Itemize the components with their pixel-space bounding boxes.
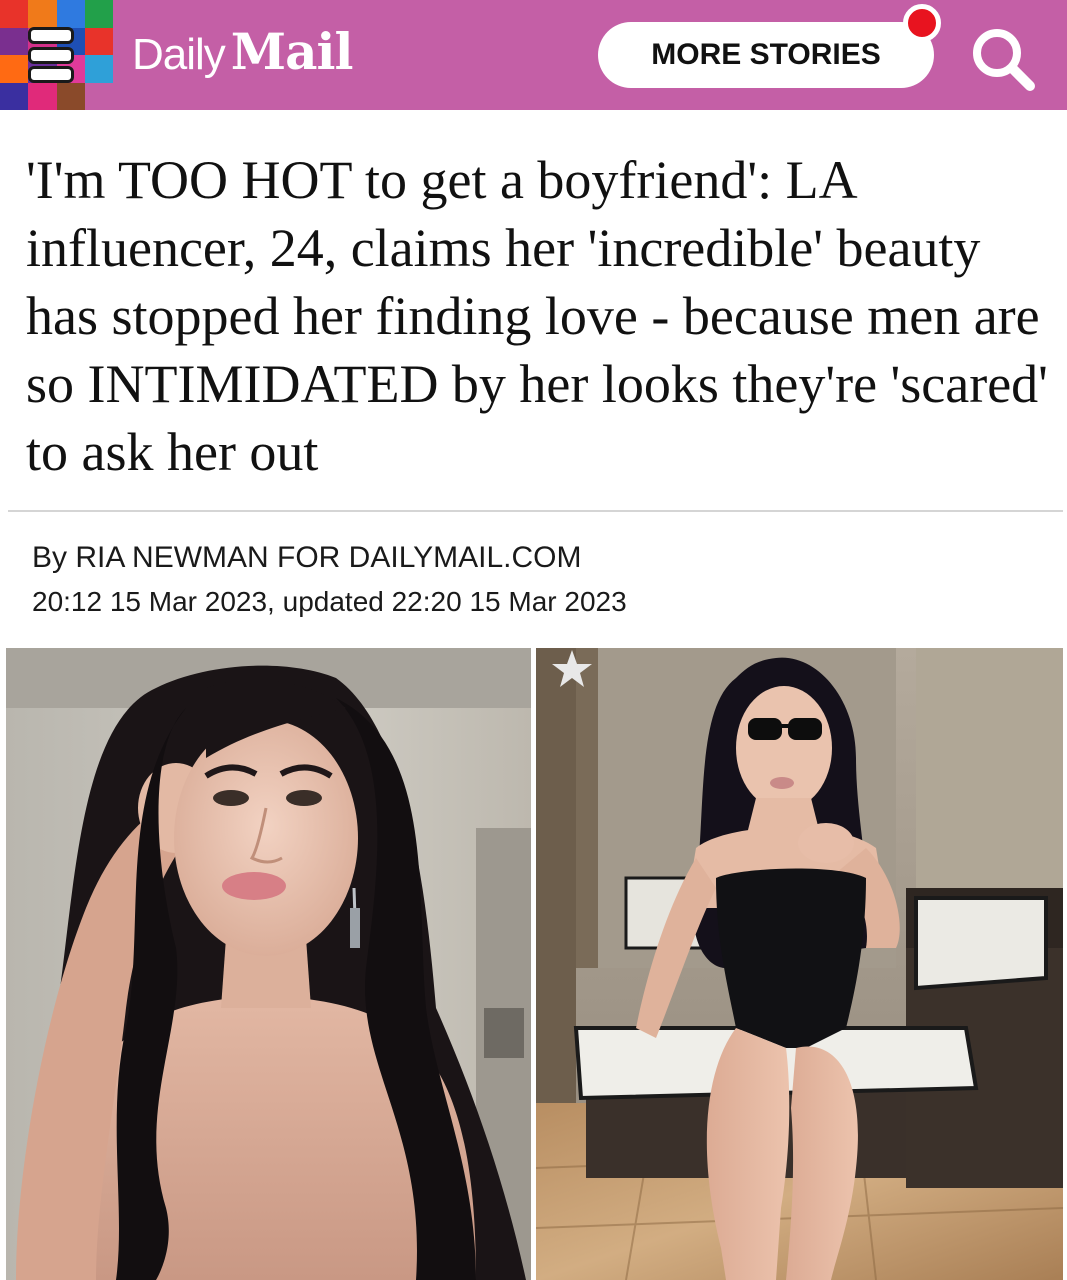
logo-daily-text: Daily [132,30,226,79]
menu-color-tile [28,82,57,110]
portrait-photo [6,648,531,1280]
menu-color-tile [0,0,29,28]
search-icon[interactable] [966,22,1040,96]
menu-color-tile [0,27,29,55]
menu-color-tile [0,82,29,110]
article-photo-left[interactable] [6,648,531,1280]
menu-color-tile [84,27,113,55]
article-headline[interactable]: 'I'm TOO HOT to get a boyfriend': LA inf… [26,146,1056,486]
menu-color-tile [84,82,113,110]
menu-color-tile [84,55,113,83]
menu-color-tile [56,0,85,28]
divider [8,510,1063,512]
hamburger-icon [28,27,74,83]
menu-color-tile [0,55,29,83]
daily-mail-logo[interactable]: Daily Mail [132,22,354,92]
article-byline[interactable]: By RIA NEWMAN FOR DAILYMAIL.COM [32,541,582,575]
logo-mail-text: Mail [230,22,354,81]
menu-color-tile [28,0,57,28]
article-photo-right[interactable] [536,648,1063,1280]
menu-color-tile [56,82,85,110]
notification-dot-icon [903,4,941,42]
more-stories-button[interactable]: MORE STORIES [598,22,934,88]
full-body-photo [536,648,1063,1280]
top-bar: Daily Mail MORE STORIES [0,0,1067,110]
menu-color-tile [84,0,113,28]
article-timestamp: 20:12 15 Mar 2023, updated 22:20 15 Mar … [32,586,627,617]
